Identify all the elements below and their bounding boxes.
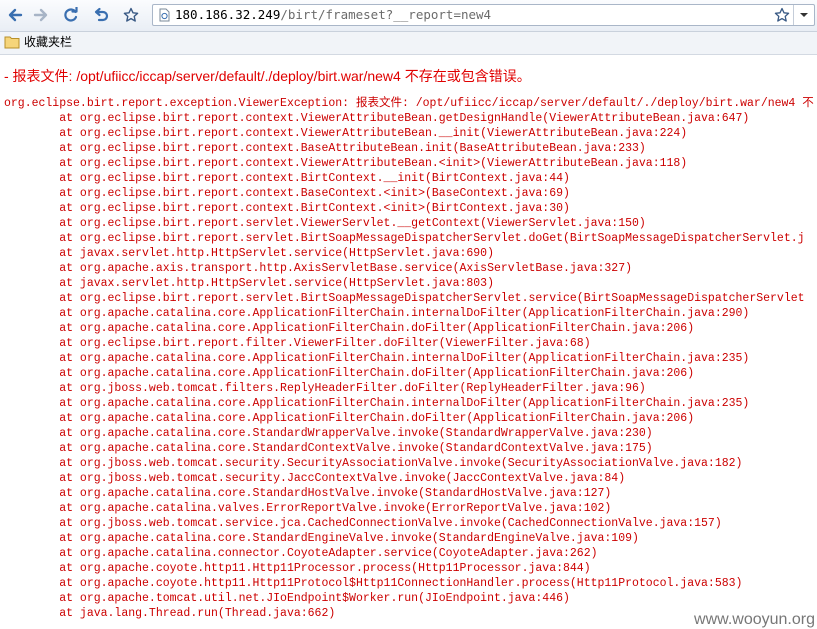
address-dropdown-button[interactable] — [793, 5, 814, 25]
forward-arrow-icon — [33, 8, 48, 22]
bookmarks-bar: 收藏夹栏 — [0, 32, 817, 55]
page-content: - 报表文件: /opt/ufiicc/iccap/server/default… — [0, 55, 817, 629]
watermark: www.wooyun.org — [694, 611, 815, 629]
stack-trace-line: at org.apache.catalina.connector.CoyoteA… — [4, 547, 598, 560]
stack-trace-line: at org.apache.catalina.valves.ErrorRepor… — [4, 502, 612, 515]
url-host: 180.186.32.249 — [175, 7, 281, 22]
stack-trace-line: at org.apache.catalina.core.ApplicationF… — [4, 322, 695, 335]
stack-trace-line: at org.eclipse.birt.report.context.BirtC… — [4, 172, 570, 185]
url-text: 180.186.32.249/birt/frameset?__report=ne… — [175, 7, 491, 23]
stack-trace-line: at org.jboss.web.tomcat.filters.ReplyHea… — [4, 382, 646, 395]
url-path: /birt/frameset?__report=new4 — [280, 7, 492, 22]
back-arrow-icon — [8, 8, 23, 22]
stack-trace-line: at org.apache.axis.transport.http.AxisSe… — [4, 262, 633, 275]
page-icon — [159, 8, 170, 22]
stack-trace-line: at org.eclipse.birt.report.context.BaseC… — [4, 187, 570, 200]
back-button[interactable] — [4, 4, 26, 26]
stack-trace-line: at org.apache.catalina.core.ApplicationF… — [4, 367, 695, 380]
stack-trace-line: at org.jboss.web.tomcat.service.jca.Cach… — [4, 517, 722, 530]
stack-trace-line: at org.eclipse.birt.report.servlet.Viewe… — [4, 217, 646, 230]
stack-trace-line: at org.apache.catalina.core.StandardWrap… — [4, 427, 653, 440]
stack-trace-line: at java.lang.Thread.run(Thread.java:662) — [4, 607, 336, 620]
star-icon[interactable] — [774, 7, 790, 23]
error-title: - 报表文件: /opt/ufiicc/iccap/server/default… — [4, 68, 531, 84]
stack-trace-line: at javax.servlet.http.HttpServlet.servic… — [4, 277, 494, 290]
bookmark-label: 收藏夹栏 — [24, 35, 73, 49]
stack-trace-line: at org.apache.catalina.core.ApplicationF… — [4, 412, 695, 425]
stack-trace-line: at org.eclipse.birt.report.context.BaseA… — [4, 142, 646, 155]
address-bar[interactable]: 180.186.32.249/birt/frameset?__report=ne… — [152, 4, 815, 26]
stack-trace-line: at org.apache.catalina.core.ApplicationF… — [4, 307, 750, 320]
stack-trace-line: at org.jboss.web.tomcat.security.JaccCon… — [4, 472, 626, 485]
stack-trace-line: at org.apache.catalina.core.ApplicationF… — [4, 352, 750, 365]
stack-trace-line: at org.apache.catalina.core.StandardHost… — [4, 487, 612, 500]
reload-button[interactable] — [60, 4, 82, 26]
stack-trace-line: at org.apache.catalina.core.StandardCont… — [4, 442, 653, 455]
stack-trace-line: at org.apache.tomcat.util.net.JIoEndpoin… — [4, 592, 570, 605]
browser-toolbar: 180.186.32.249/birt/frameset?__report=ne… — [0, 0, 817, 32]
stack-trace-line: at org.apache.catalina.core.ApplicationF… — [4, 397, 750, 410]
undo-button[interactable] — [90, 4, 112, 26]
favorites-button[interactable] — [120, 4, 142, 26]
stack-trace-line: at org.eclipse.birt.report.servlet.BirtS… — [4, 232, 805, 245]
stack-trace-line: at org.eclipse.birt.report.context.BirtC… — [4, 202, 570, 215]
stack-trace-line: at org.jboss.web.tomcat.security.Securit… — [4, 457, 743, 470]
stack-trace-line: at org.eclipse.birt.report.context.Viewe… — [4, 127, 688, 140]
stack-trace-line: at javax.servlet.http.HttpServlet.servic… — [4, 247, 494, 260]
stack-trace-line: org.eclipse.birt.report.exception.Viewer… — [4, 97, 814, 110]
stack-trace-line: at org.eclipse.birt.report.context.Viewe… — [4, 112, 750, 125]
forward-button[interactable] — [30, 4, 52, 26]
stack-trace-line: at org.eclipse.birt.report.context.Viewe… — [4, 157, 688, 170]
star-icon — [123, 7, 139, 22]
stack-trace: org.eclipse.birt.report.exception.Viewer… — [4, 96, 814, 621]
bookmark-folder-favorites[interactable]: 收藏夹栏 — [4, 34, 72, 50]
stack-trace-line: at org.apache.coyote.http11.Http11Protoc… — [4, 577, 743, 590]
stack-trace-line: at org.apache.catalina.core.StandardEngi… — [4, 532, 639, 545]
chevron-down-icon — [800, 13, 808, 17]
folder-icon — [4, 36, 20, 49]
stack-trace-line: at org.eclipse.birt.report.servlet.BirtS… — [4, 292, 805, 305]
reload-icon — [64, 7, 78, 22]
stack-trace-line: at org.eclipse.birt.report.filter.Viewer… — [4, 337, 591, 350]
undo-icon — [94, 7, 109, 22]
stack-trace-line: at org.apache.coyote.http11.Http11Proces… — [4, 562, 591, 575]
